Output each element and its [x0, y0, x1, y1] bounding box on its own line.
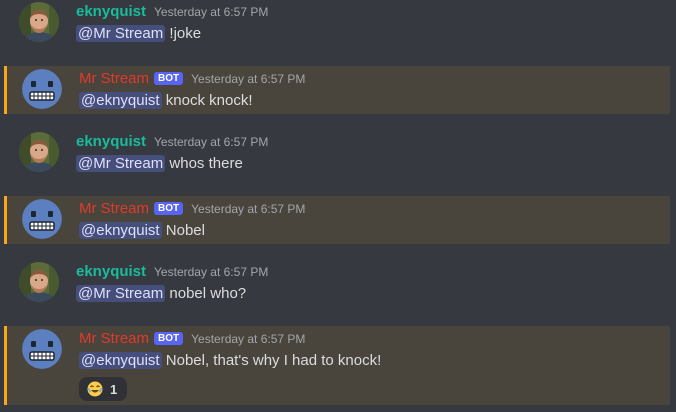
message-timestamp: Yesterday at 6:57 PM: [154, 265, 269, 279]
bot-tag: BOT: [154, 332, 184, 345]
chat-message-list: eknyquist Yesterday at 6:57 PM @Mr Strea…: [0, 0, 676, 412]
message-timestamp: Yesterday at 6:57 PM: [154, 5, 269, 19]
reaction-button[interactable]: 1: [79, 377, 127, 401]
author-name[interactable]: eknyquist: [76, 263, 146, 280]
user-avatar-icon: [19, 262, 59, 302]
author-name[interactable]: eknyquist: [76, 3, 146, 20]
user-avatar[interactable]: [19, 262, 59, 302]
user-avatar-icon: [19, 132, 59, 172]
grimacing-face-icon: [22, 69, 62, 109]
bot-avatar[interactable]: [22, 329, 62, 369]
user-avatar[interactable]: [19, 2, 59, 42]
message-item-mentioned: Mr Stream BOT Yesterday at 6:57 PM @ekny…: [4, 196, 670, 244]
message-text: whos there: [169, 155, 243, 172]
message-text: !joke: [169, 25, 202, 42]
author-name[interactable]: Mr Stream: [79, 70, 149, 87]
message-text: nobel who?: [169, 285, 247, 302]
message-text: knock knock!: [165, 92, 253, 109]
message-timestamp: Yesterday at 6:57 PM: [191, 72, 306, 86]
bot-tag: BOT: [154, 72, 184, 85]
message-item-mentioned: Mr Stream BOT Yesterday at 6:57 PM @ekny…: [4, 66, 670, 114]
user-mention[interactable]: @eknyquist: [79, 222, 162, 239]
user-avatar-icon: [19, 2, 59, 42]
bot-tag: BOT: [154, 202, 184, 215]
grimacing-face-icon: [22, 329, 62, 369]
message-content: @Mr Stream !joke: [76, 24, 201, 44]
user-mention[interactable]: @Mr Stream: [76, 285, 166, 302]
user-mention[interactable]: @eknyquist: [79, 352, 162, 369]
bot-avatar[interactable]: [22, 199, 62, 239]
message-timestamp: Yesterday at 6:57 PM: [191, 202, 306, 216]
message-text: Nobel, that's why I had to knock!: [165, 352, 382, 369]
message-content: @Mr Stream nobel who?: [76, 284, 246, 304]
reaction-count: 1: [110, 381, 118, 397]
message-timestamp: Yesterday at 6:57 PM: [154, 135, 269, 149]
bot-avatar[interactable]: [22, 69, 62, 109]
user-mention[interactable]: @Mr Stream: [76, 25, 166, 42]
message-item: eknyquist Yesterday at 6:57 PM @Mr Strea…: [0, 129, 676, 177]
grimacing-face-icon: [22, 199, 62, 239]
message-item: eknyquist Yesterday at 6:57 PM @Mr Strea…: [0, 0, 676, 47]
author-name[interactable]: eknyquist: [76, 133, 146, 150]
message-content: @eknyquist Nobel, that's why I had to kn…: [79, 351, 381, 371]
laughing-emoji-icon: [87, 381, 103, 397]
message-timestamp: Yesterday at 6:57 PM: [191, 332, 306, 346]
author-name[interactable]: Mr Stream: [79, 200, 149, 217]
message-text: Nobel: [165, 222, 205, 239]
message-item: eknyquist Yesterday at 6:57 PM @Mr Strea…: [0, 259, 676, 307]
author-name[interactable]: Mr Stream: [79, 330, 149, 347]
message-item-mentioned: Mr Stream BOT Yesterday at 6:57 PM @ekny…: [4, 326, 670, 405]
message-content: @Mr Stream whos there: [76, 154, 243, 174]
user-mention[interactable]: @Mr Stream: [76, 155, 166, 172]
message-content: @eknyquist knock knock!: [79, 91, 253, 111]
message-content: @eknyquist Nobel: [79, 221, 205, 241]
user-avatar[interactable]: [19, 132, 59, 172]
user-mention[interactable]: @eknyquist: [79, 92, 162, 109]
